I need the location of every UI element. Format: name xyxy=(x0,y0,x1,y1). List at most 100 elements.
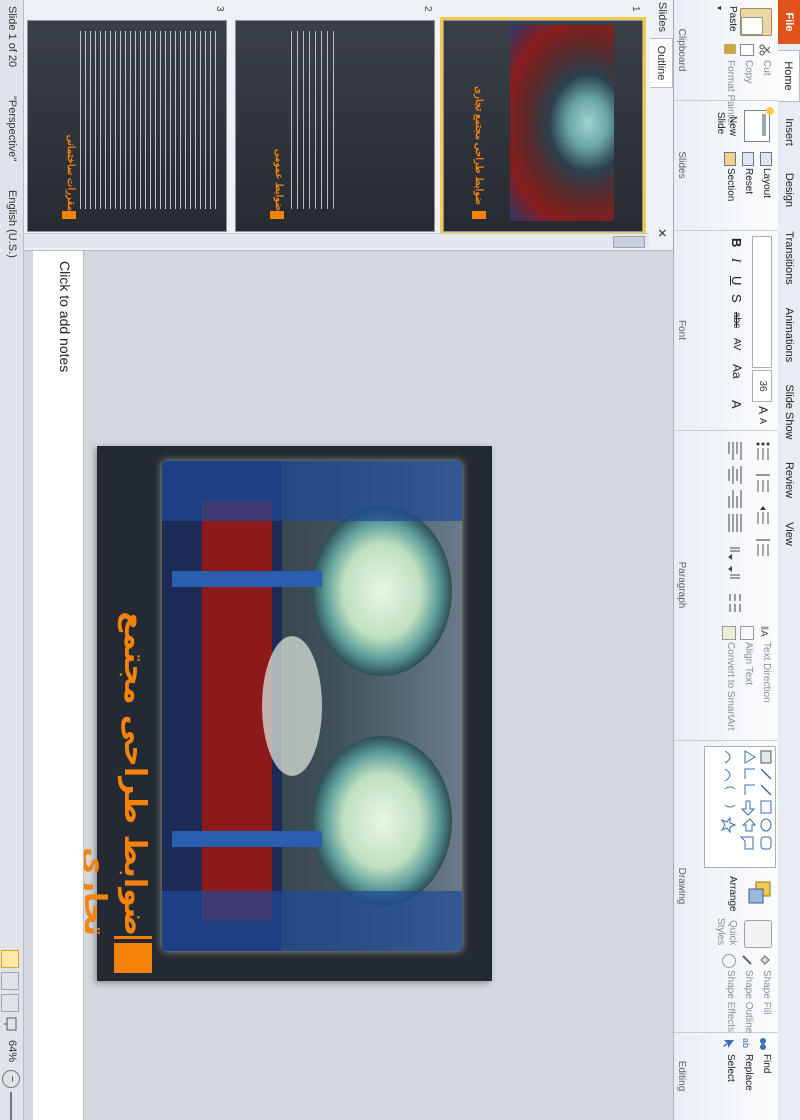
paragraph-group: ‖A Text Direction Align Text Convert to … xyxy=(674,430,778,741)
ribbon: Paste ▾ Cut Copy Format Painter Clipboar… xyxy=(673,0,778,1120)
shape-effects-button[interactable]: Shape Effects xyxy=(725,970,736,1032)
thumbnail-number: 3 xyxy=(214,6,225,12)
paint-bucket-icon xyxy=(760,954,772,966)
shrink-font-button[interactable]: A xyxy=(758,418,768,424)
slides-group: New Slide Layout Reset Section Slides xyxy=(674,100,778,231)
reset-button[interactable]: Reset xyxy=(743,168,754,194)
underline-button[interactable]: U xyxy=(729,276,744,285)
shapes-gallery[interactable] xyxy=(704,746,776,868)
theme-name: "Perspective" xyxy=(6,96,18,162)
rtl-direction-icon[interactable] xyxy=(728,566,742,584)
zoom-slider[interactable] xyxy=(10,1092,12,1120)
quick-styles-icon[interactable] xyxy=(744,920,772,948)
smartart-icon xyxy=(722,626,736,640)
slide-thumbnail-1[interactable]: ضوابط طراحی مجتمع تجاری xyxy=(440,16,646,236)
thumbnail-title: ضوابط عمومی xyxy=(273,148,284,211)
cut-button[interactable]: Cut xyxy=(761,60,772,76)
tab-insert[interactable]: Insert xyxy=(778,106,800,158)
drawing-group-label: Drawing xyxy=(676,867,687,905)
slide-title-accent-line xyxy=(114,936,152,939)
language-indicator[interactable]: English (U.S.) xyxy=(6,190,18,258)
slide-title-accent xyxy=(114,943,152,973)
new-slide-icon[interactable] xyxy=(744,107,774,142)
close-panel-icon[interactable]: ✕ xyxy=(655,228,669,238)
tab-outline[interactable]: Outline xyxy=(650,38,673,88)
arrange-button[interactable]: Arrange xyxy=(727,876,738,912)
clipboard-group: Paste ▾ Cut Copy Format Painter Clipboar… xyxy=(674,0,778,126)
scrollbar-thumb[interactable] xyxy=(613,236,645,248)
tab-slides[interactable]: Slides xyxy=(651,0,673,34)
justify-icon[interactable] xyxy=(728,514,742,532)
clipboard-group-label: Clipboard xyxy=(676,28,687,72)
strikethrough-button[interactable]: abc xyxy=(731,312,742,328)
slide-thumbnail-3[interactable]: مقررات ساختمانی xyxy=(27,20,227,232)
paste-button[interactable]: Paste xyxy=(727,6,738,32)
format-painter-icon xyxy=(724,44,736,54)
tab-view[interactable]: View xyxy=(778,512,800,556)
normal-view-icon[interactable] xyxy=(1,950,19,968)
reading-view-icon[interactable] xyxy=(1,994,19,1012)
status-bar: Slide 1 of 20 "Perspective" English (U.S… xyxy=(0,0,24,1120)
select-button[interactable]: Select xyxy=(725,1054,736,1082)
italic-button[interactable]: I xyxy=(728,258,744,262)
tab-file[interactable]: File xyxy=(778,0,800,44)
quick-styles-button[interactable]: Quick xyxy=(727,920,738,946)
font-name-box[interactable] xyxy=(752,236,772,368)
tab-transitions[interactable]: Transitions xyxy=(778,220,800,296)
find-button[interactable]: Find xyxy=(761,1054,772,1073)
font-group: 36 A A B I U S abc AV Aa A Font xyxy=(674,230,778,431)
align-left-icon[interactable] xyxy=(728,442,742,460)
arrange-icon[interactable] xyxy=(746,880,772,906)
numbering-icon[interactable] xyxy=(756,474,770,494)
tab-animations[interactable]: Animations xyxy=(778,298,800,372)
tab-design[interactable]: Design xyxy=(778,162,800,218)
decrease-indent-icon[interactable] xyxy=(756,506,770,526)
convert-smartart-button[interactable]: Convert to SmartArt xyxy=(725,642,736,730)
change-case-button[interactable]: Aa xyxy=(730,364,744,379)
align-center-icon[interactable] xyxy=(728,466,742,484)
text-shadow-button[interactable]: S xyxy=(729,294,744,303)
font-size-box[interactable]: 36 xyxy=(752,370,772,402)
shape-outline-button[interactable]: Shape Outline xyxy=(743,970,754,1033)
copy-icon xyxy=(740,44,754,56)
mall-photo[interactable] xyxy=(162,461,462,951)
editing-group: Find ab Replace Select Editing xyxy=(674,1032,778,1120)
align-text-button[interactable]: Align Text xyxy=(743,642,754,685)
panel-scrollbar[interactable] xyxy=(19,233,649,248)
text-direction-button[interactable]: Text Direction xyxy=(761,642,772,703)
tab-slide-show[interactable]: Slide Show xyxy=(778,376,800,448)
thumbnail-accent-bar xyxy=(472,211,486,219)
tab-home[interactable]: Home xyxy=(776,50,800,102)
thumbnail-number: 2 xyxy=(422,6,433,12)
notes-pane[interactable]: Click to add notes xyxy=(33,251,84,1120)
tab-review[interactable]: Review xyxy=(778,452,800,508)
section-button[interactable]: Section xyxy=(725,168,736,201)
grow-font-button[interactable]: A xyxy=(756,406,770,414)
thumbnail-number: 1 xyxy=(630,6,641,12)
zoom-level[interactable]: 64% xyxy=(6,1040,18,1062)
thumbnail-body-text xyxy=(288,31,334,209)
slides-panel: Slides Outline ✕ 1 ضوابط طراحی مجتمع تجا… xyxy=(0,0,673,251)
copy-button[interactable]: Copy xyxy=(743,60,754,83)
notes-placeholder[interactable]: Click to add notes xyxy=(57,261,73,372)
font-color-button[interactable]: A xyxy=(729,400,744,409)
replace-button[interactable]: Replace xyxy=(743,1054,754,1091)
bold-button[interactable]: B xyxy=(729,238,744,247)
slide-title[interactable]: ضوابط طراحی مجتمع تجاری xyxy=(77,526,154,936)
ltr-direction-icon[interactable] xyxy=(728,542,742,560)
align-right-icon[interactable] xyxy=(728,490,742,508)
slide-thumbnail-2[interactable]: ضوابط عمومی xyxy=(235,20,435,232)
zoom-out-icon[interactable]: − xyxy=(2,1070,20,1088)
slide-sorter-icon[interactable] xyxy=(1,972,19,990)
line-spacing-icon[interactable] xyxy=(756,538,770,558)
shape-fill-button[interactable]: Shape Fill xyxy=(761,970,772,1014)
new-slide-button[interactable]: New xyxy=(727,116,738,136)
layout-button[interactable]: Layout xyxy=(761,168,772,198)
slideshow-icon[interactable] xyxy=(3,1016,19,1032)
columns-icon[interactable] xyxy=(728,594,742,612)
bullets-icon[interactable] xyxy=(756,442,770,462)
character-spacing-button[interactable]: AV xyxy=(731,338,742,351)
paste-icon[interactable] xyxy=(740,8,772,36)
current-slide[interactable]: ضوابط طراحی مجتمع تجاری xyxy=(77,446,492,981)
thumbnail-photo xyxy=(510,25,614,221)
